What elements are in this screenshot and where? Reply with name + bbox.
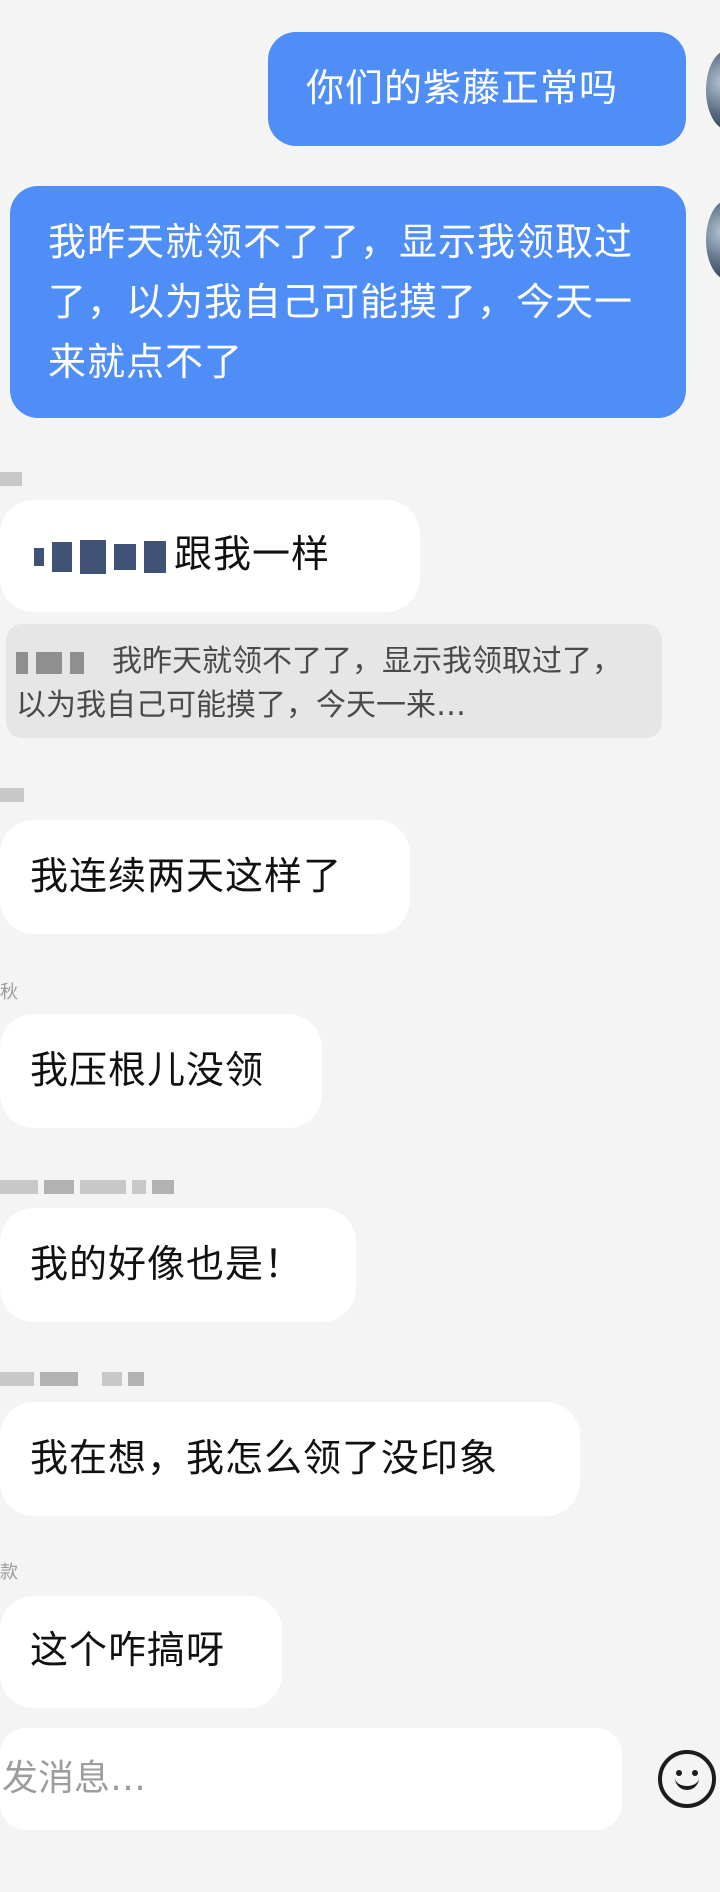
message-input[interactable]: 发消息… bbox=[0, 1728, 622, 1830]
sender-name: 秋 bbox=[0, 982, 18, 1003]
my-avatar[interactable] bbox=[706, 200, 720, 280]
sender-name bbox=[0, 470, 22, 488]
message-text: 跟我一样 bbox=[174, 532, 331, 576]
sender-name: 款 bbox=[0, 1562, 18, 1583]
my-message-bubble[interactable]: 你们的紫藤正常吗 bbox=[268, 32, 686, 146]
mention-redacted bbox=[34, 539, 166, 574]
their-message-bubble[interactable]: 我压根儿没领 bbox=[0, 1014, 322, 1128]
message-text: 这个咋搞呀 bbox=[30, 1628, 226, 1672]
smiley-face-icon[interactable] bbox=[658, 1750, 716, 1808]
their-message-bubble[interactable]: 我在想，我怎么领了没印象 bbox=[0, 1402, 580, 1516]
quoted-sender-redacted bbox=[16, 651, 84, 674]
message-text: 我连续两天这样了 bbox=[30, 854, 343, 898]
sender-name bbox=[0, 1370, 144, 1388]
sender-name bbox=[0, 786, 24, 804]
their-message-bubble[interactable]: 这个咋搞呀 bbox=[0, 1596, 282, 1708]
message-text: 我的好像也是！ bbox=[30, 1242, 304, 1286]
my-avatar[interactable] bbox=[706, 50, 720, 130]
their-message-bubble[interactable]: 我连续两天这样了 bbox=[0, 820, 410, 934]
message-text: 我压根儿没领 bbox=[30, 1048, 265, 1092]
message-text: 我在想，我怎么领了没印象 bbox=[30, 1436, 499, 1480]
my-message-bubble[interactable]: 我昨天就领不了了，显示我领取过了，以为我自己可能摸了，今天一来就点不了 bbox=[10, 186, 686, 418]
their-message-bubble[interactable]: 跟我一样 bbox=[0, 500, 420, 612]
their-message-bubble[interactable]: 我的好像也是！ bbox=[0, 1208, 356, 1322]
quoted-text: 我昨天就领不了了，显示我领取过了，以为我自己可能摸了，今天一来… bbox=[16, 644, 622, 723]
sender-name bbox=[0, 1178, 174, 1196]
message-input-placeholder: 发消息… bbox=[2, 1758, 147, 1799]
message-text: 我昨天就领不了了，显示我领取过了，以为我自己可能摸了，今天一来就点不了 bbox=[48, 220, 634, 384]
message-text: 你们的紫藤正常吗 bbox=[306, 66, 619, 110]
quoted-message[interactable]: 我昨天就领不了了，显示我领取过了，以为我自己可能摸了，今天一来… bbox=[6, 624, 662, 738]
